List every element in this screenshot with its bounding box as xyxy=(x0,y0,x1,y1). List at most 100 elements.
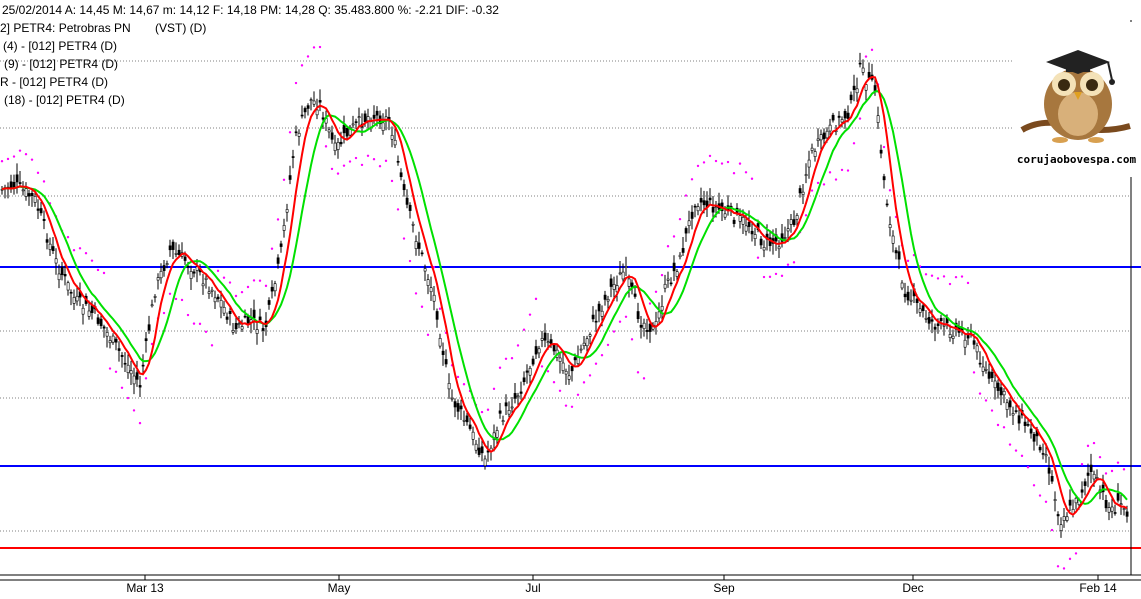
candle-body xyxy=(447,383,451,390)
sar-dot xyxy=(1014,449,1018,452)
candle-body xyxy=(501,420,505,422)
candle-body xyxy=(816,138,820,141)
sar-dot xyxy=(534,297,538,301)
candle-body xyxy=(636,311,640,320)
sar-dot xyxy=(390,179,394,183)
candle-body xyxy=(108,340,112,344)
sar-dot xyxy=(402,237,406,240)
sar-dot xyxy=(1092,441,1096,445)
candle-body xyxy=(975,345,979,353)
sar-dot xyxy=(408,259,412,263)
candle-body xyxy=(1065,516,1069,521)
candle-body xyxy=(129,370,133,375)
sar-dot xyxy=(138,421,142,425)
candle-body xyxy=(66,282,70,291)
candle-body xyxy=(1083,481,1087,486)
sar-dot xyxy=(936,277,940,280)
sar-dot xyxy=(744,171,748,174)
sar-dot xyxy=(1008,443,1012,446)
candle-body xyxy=(342,124,346,134)
candle-body xyxy=(888,224,892,228)
sar-dot xyxy=(216,269,220,273)
candle-body xyxy=(885,203,889,206)
sar-dot xyxy=(600,354,604,357)
candle-body xyxy=(663,283,667,289)
candle-body xyxy=(699,198,703,203)
candle-body xyxy=(60,266,64,276)
sar-dot xyxy=(594,362,598,365)
candle-body xyxy=(321,117,325,120)
candle-body xyxy=(819,134,823,141)
candle-body xyxy=(165,263,169,265)
candle-body xyxy=(519,391,523,394)
candle-body xyxy=(294,131,298,134)
candle-body xyxy=(330,132,334,140)
candle-body xyxy=(153,296,157,298)
candle-body xyxy=(474,443,478,451)
candle-body xyxy=(99,318,103,327)
sar-dot xyxy=(492,387,496,391)
candle-body xyxy=(159,270,163,279)
candle-body xyxy=(171,241,175,250)
candle-body xyxy=(639,324,643,328)
candle-body xyxy=(891,235,895,244)
candle-body xyxy=(966,334,970,339)
candle-body xyxy=(210,289,214,292)
candle-body xyxy=(672,262,676,272)
candle-body xyxy=(948,334,952,338)
indicator-label-9: (9) - [012] PETR4 (D) xyxy=(4,57,119,71)
sar-dot xyxy=(630,338,634,341)
indicator-label-18: (18) - [012] PETR4 (D) xyxy=(4,93,125,107)
candle-body xyxy=(510,406,514,409)
candle-body xyxy=(1053,499,1057,501)
candle-body xyxy=(27,193,31,197)
sar-dot xyxy=(78,247,82,250)
vst-label: (VST) (D) xyxy=(155,21,207,35)
x-tick-label: Dec xyxy=(902,581,923,595)
candle-body xyxy=(561,362,565,371)
candle-body xyxy=(978,362,982,365)
candle-body xyxy=(645,330,649,332)
sar-dot xyxy=(1044,500,1048,503)
candle-body xyxy=(789,219,793,225)
candle-body xyxy=(306,105,310,109)
candle-body xyxy=(777,246,781,250)
candle-body xyxy=(927,317,931,324)
sar-dot xyxy=(114,370,118,374)
sar-dot xyxy=(1032,484,1036,487)
candle-body xyxy=(963,339,967,348)
candle-body xyxy=(747,221,751,227)
candle-body xyxy=(681,248,685,253)
sar-dot xyxy=(996,423,1000,427)
candle-body xyxy=(1074,497,1078,504)
candle-body xyxy=(477,447,481,455)
candle-body xyxy=(687,220,691,227)
candle-body xyxy=(684,228,688,234)
candle-body xyxy=(837,115,841,118)
candle-body xyxy=(228,311,232,315)
sar-dot xyxy=(636,371,640,374)
price-chart[interactable]: Mar 13 May Jul Sep Dec Feb 14 xyxy=(0,0,1141,599)
candle-body xyxy=(540,338,544,341)
candle-body xyxy=(117,348,121,351)
sar-dot xyxy=(570,405,574,409)
candle-body xyxy=(414,241,418,249)
candle-body xyxy=(993,380,997,389)
candle-body xyxy=(873,85,877,92)
candle-body xyxy=(876,115,880,123)
candle-body xyxy=(804,174,808,176)
candle-body xyxy=(12,181,16,189)
candle-body xyxy=(291,156,295,158)
candle-body xyxy=(276,257,280,264)
candle-body xyxy=(570,366,574,372)
candle-body xyxy=(39,208,43,214)
sar-dot xyxy=(1122,468,1126,471)
candle-body xyxy=(255,329,259,334)
candle-body xyxy=(600,310,604,317)
candle-body xyxy=(213,297,217,303)
sar-dot xyxy=(1056,565,1060,568)
sar-dot xyxy=(864,55,868,58)
sar-dot xyxy=(126,396,130,400)
sar-dot xyxy=(906,259,910,263)
sar-dot xyxy=(720,162,724,165)
